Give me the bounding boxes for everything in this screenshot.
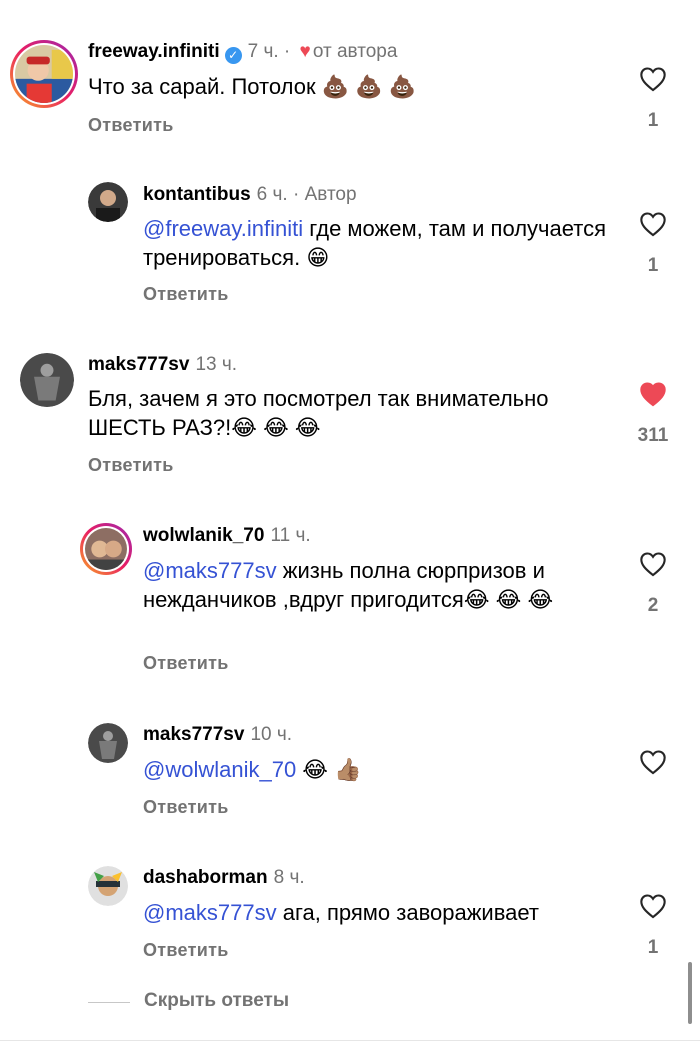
reply-button[interactable]: Ответить (143, 653, 229, 674)
comment-text: @freeway.infiniti где можем, там и получ… (143, 214, 623, 272)
mention-link[interactable]: @maks777sv (143, 900, 277, 925)
author-dot: · (278, 41, 296, 62)
timestamp: 6 ч. (256, 184, 288, 205)
avatar[interactable] (20, 353, 74, 407)
scrollbar[interactable] (688, 962, 692, 1024)
reply-button[interactable]: Ответить (143, 940, 229, 961)
heart-outline-icon (640, 67, 666, 92)
username[interactable]: maks777sv (88, 354, 189, 375)
heart-outline-icon (640, 750, 666, 775)
timestamp: 7 ч. (247, 41, 279, 62)
heart-filled-icon (640, 382, 666, 407)
avatar-image (88, 723, 128, 763)
comment-text: Что за сарай. Потолок 💩 💩 💩 (88, 74, 417, 99)
heart-icon: ♥ (299, 41, 311, 62)
like-count: 2 (647, 595, 659, 616)
like-button[interactable]: 1 (638, 893, 668, 959)
comment-text: @maks777sv ага, прямо завораживает (143, 898, 623, 927)
reply-button[interactable]: Ответить (88, 115, 174, 136)
timestamp: 10 ч. (250, 724, 293, 745)
avatar[interactable] (10, 40, 78, 108)
bottom-divider (0, 1040, 700, 1041)
comment-meta: kontantibus 6 ч. · Автор (143, 183, 357, 207)
timestamp: 8 ч. (273, 867, 305, 888)
avatar[interactable] (80, 523, 132, 575)
avatar-image (88, 182, 128, 222)
comment-meta: wolwlanik_70 11 ч. (143, 524, 311, 548)
comment-text: @wolwlanik_70 😂 👍🏽 (143, 755, 623, 784)
timestamp: 13 ч. (195, 354, 238, 375)
reply-button[interactable]: Ответить (143, 284, 229, 305)
hide-replies-divider (88, 1002, 130, 1003)
username[interactable]: maks777sv (143, 724, 244, 745)
like-count: 1 (647, 110, 659, 131)
like-count: 311 (637, 425, 669, 446)
comment-meta: dashaborman 8 ч. (143, 866, 305, 890)
heart-outline-icon (640, 552, 666, 577)
username[interactable]: dashaborman (143, 867, 268, 888)
like-count: 1 (647, 255, 659, 276)
avatar[interactable] (88, 182, 128, 222)
username[interactable]: freeway.infiniti (88, 41, 220, 62)
comment-meta: maks777sv 13 ч. (88, 353, 237, 377)
reply-button[interactable]: Ответить (88, 455, 174, 476)
avatar-image (20, 353, 74, 407)
heart-outline-icon (640, 894, 666, 919)
comment-meta: maks777sv 10 ч. (143, 723, 292, 747)
avatar-image (15, 45, 73, 103)
like-button[interactable]: 2 (638, 551, 668, 617)
timestamp: 11 ч. (270, 525, 311, 546)
comment-body: 😂 👍🏽 (296, 757, 362, 782)
avatar[interactable] (88, 866, 128, 906)
avatar-image (88, 866, 128, 906)
comment-text: @maks777sv жизнь полна сюрпризов и нежда… (143, 556, 598, 614)
comment-meta: freeway.infiniti ✓ 7 ч. · ♥ от автора (88, 40, 397, 64)
comment-text: Бля, зачем я это посмотрел так вниматель… (88, 386, 549, 440)
like-count: 1 (647, 937, 659, 958)
comment-body: ага, прямо завораживает (276, 900, 539, 925)
hide-replies-button[interactable]: Скрыть ответы (144, 990, 289, 1012)
author-label: · Автор (292, 184, 357, 205)
mention-link[interactable]: @wolwlanik_70 (143, 757, 296, 782)
like-button[interactable]: 1 (638, 66, 668, 132)
verified-icon: ✓ (224, 47, 242, 64)
mention-link[interactable]: @maks777sv (143, 558, 277, 583)
username[interactable]: wolwlanik_70 (143, 525, 264, 546)
like-button[interactable] (638, 749, 668, 793)
username[interactable]: kontantibus (143, 184, 251, 205)
avatar-image (85, 528, 127, 570)
avatar[interactable] (88, 723, 128, 763)
like-button[interactable]: 1 (638, 211, 668, 277)
author-like-label: от автора (312, 41, 398, 62)
heart-outline-icon (640, 212, 666, 237)
mention-link[interactable]: @freeway.infiniti (143, 216, 303, 241)
like-button[interactable]: 311 (630, 381, 676, 447)
reply-button[interactable]: Ответить (143, 797, 229, 818)
